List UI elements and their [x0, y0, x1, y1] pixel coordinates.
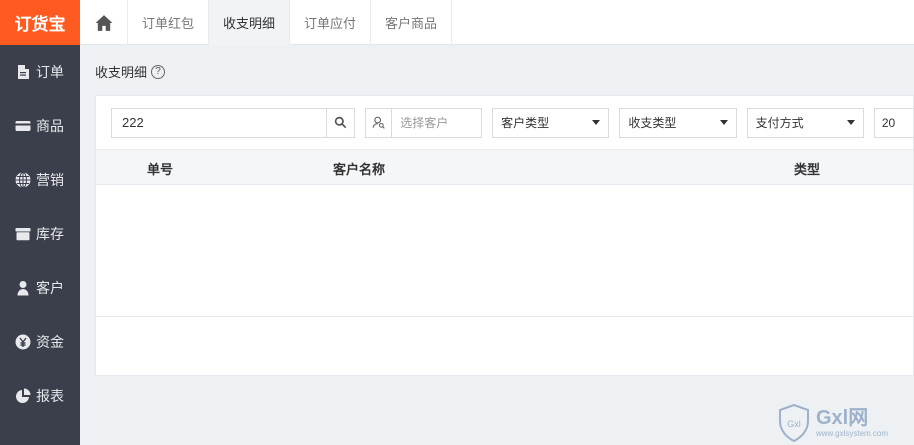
user-icon	[14, 279, 32, 297]
sidebar-item-products[interactable]: 商品	[0, 99, 80, 153]
table-divider	[96, 316, 913, 317]
select-value: 支付方式	[755, 116, 804, 130]
chevron-down-icon	[719, 120, 728, 125]
sidebar-item-label: 报表	[36, 388, 64, 404]
search-icon	[335, 116, 347, 129]
column-header-customer-name[interactable]: 客户名称	[333, 159, 385, 178]
customer-lookup-icon[interactable]	[366, 108, 393, 137]
home-icon	[95, 14, 112, 31]
main-card: 客户类型 收支类型 支付方式 20 单号 客户名称 类型	[95, 95, 914, 376]
customer-select[interactable]	[365, 107, 483, 138]
box-icon	[14, 225, 32, 243]
chevron-down-icon	[592, 120, 601, 125]
tab-income-expense[interactable]: 收支明细	[209, 0, 291, 45]
tab-label: 收支明细	[223, 16, 276, 31]
sidebar-item-funds[interactable]: 资金	[0, 315, 80, 369]
sidebar-item-label: 库存	[36, 226, 64, 242]
watermark-shield-text: Gxl	[787, 419, 801, 429]
sidebar-item-label: 订单	[36, 64, 64, 80]
page-title-text: 收支明细	[95, 65, 148, 80]
table-header: 单号 客户名称 类型	[96, 150, 913, 185]
card-icon	[14, 117, 32, 135]
page-title: 收支明细 ?	[95, 62, 166, 81]
payment-method-select[interactable]: 支付方式	[746, 107, 864, 138]
search-group	[111, 107, 356, 138]
globe-icon	[14, 171, 32, 189]
tab-label: 客户商品	[385, 16, 438, 31]
select-value: 收支类型	[628, 116, 677, 130]
tab-order-payable[interactable]: 订单应付	[290, 0, 372, 45]
tab-label: 订单应付	[304, 16, 357, 31]
income-type-select[interactable]: 收支类型	[619, 107, 737, 138]
pie-chart-icon	[14, 387, 32, 405]
brand-logo-text: 订货宝	[14, 15, 66, 34]
watermark-url: www.gxlsystem.com	[816, 428, 889, 438]
sidebar-item-inventory[interactable]: 库存	[0, 207, 80, 261]
tab-customer-products[interactable]: 客户商品	[371, 0, 453, 45]
help-icon[interactable]: ?	[151, 64, 166, 79]
date-input[interactable]: 20	[873, 107, 913, 138]
sidebar: 订货宝 订单 商品 营销 库存 客户 资金 报表	[0, 0, 80, 445]
sidebar-item-label: 营销	[36, 172, 64, 188]
sidebar-item-marketing[interactable]: 营销	[0, 153, 80, 207]
watermark-title: Gxl网	[816, 406, 869, 429]
customer-type-select[interactable]: 客户类型	[492, 107, 610, 138]
filter-bar: 客户类型 收支类型 支付方式 20	[96, 96, 913, 150]
top-tab-bar: 订单红包 收支明细 订单应付 客户商品	[80, 0, 914, 45]
column-header-type[interactable]: 类型	[794, 159, 820, 178]
chevron-down-icon	[846, 120, 855, 125]
customer-input[interactable]	[392, 108, 482, 137]
sidebar-item-label: 资金	[36, 334, 64, 350]
sidebar-item-label: 商品	[36, 118, 64, 134]
tab-order-red-packet[interactable]: 订单红包	[128, 0, 210, 45]
shield-icon: Gxl	[779, 403, 809, 442]
sidebar-item-customers[interactable]: 客户	[0, 261, 80, 315]
sidebar-item-orders[interactable]: 订单	[0, 45, 80, 99]
brand-logo[interactable]: 订货宝	[0, 0, 80, 45]
sidebar-item-reports[interactable]: 报表	[0, 369, 80, 423]
search-input[interactable]	[112, 108, 327, 137]
column-header-order-no[interactable]: 单号	[147, 159, 173, 178]
sidebar-item-label: 客户	[36, 280, 64, 296]
date-value: 20	[881, 115, 896, 130]
select-value: 客户类型	[501, 116, 550, 130]
watermark-text: Gxl网 www.gxlsystem.com	[816, 407, 888, 439]
watermark: Gxl Gxl网 www.gxlsystem.com	[778, 400, 914, 445]
tab-label: 订单红包	[142, 16, 195, 31]
document-icon	[14, 63, 32, 81]
yen-icon	[14, 333, 32, 351]
home-button[interactable]	[80, 0, 128, 45]
search-button[interactable]	[326, 108, 354, 137]
